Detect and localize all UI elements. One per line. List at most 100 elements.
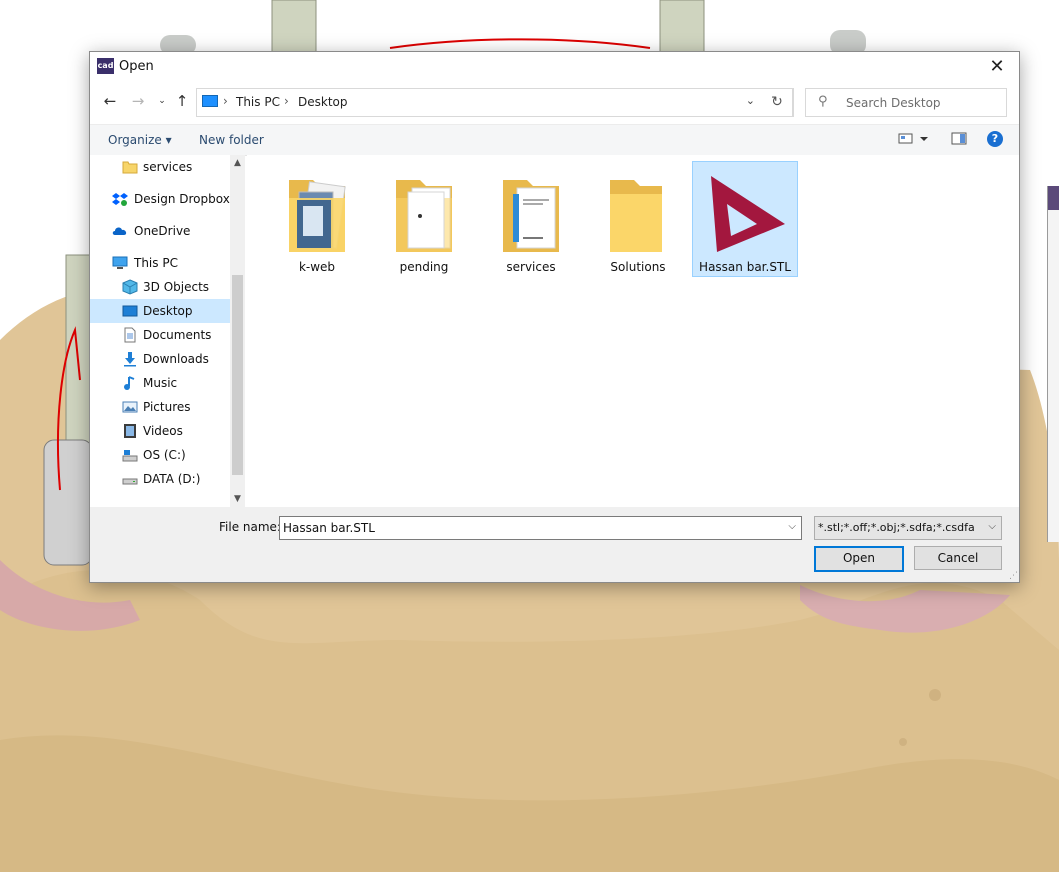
file-name: Hassan bar.STL (699, 260, 791, 274)
address-bar[interactable]: › This PC › Desktop ⌄ (196, 88, 794, 117)
breadcrumb-this-pc[interactable]: This PC (236, 95, 280, 109)
preview-pane-icon[interactable] (951, 131, 967, 150)
side-panel-partial (1047, 186, 1059, 542)
file-name: pending (399, 260, 449, 274)
folder-icon (610, 180, 662, 252)
sidebar-item-videos[interactable]: Videos (90, 419, 230, 443)
chevron-down-icon[interactable]: ⌵ (988, 521, 996, 532)
sidebar-item-label: Videos (143, 424, 183, 438)
file-type-filter[interactable]: *.stl;*.off;*.obj;*.sdfa;*.csdfa ⌵ (814, 516, 1002, 540)
sidebar-item-label: Music (143, 376, 178, 390)
document-icon (124, 327, 136, 343)
scroll-down-icon[interactable]: ▼ (230, 491, 245, 507)
video-icon (124, 424, 136, 438)
sidebar-item-this-pc[interactable]: This PC (90, 251, 230, 275)
side-panel-header (1048, 186, 1059, 210)
sidebar-item-label: OneDrive (134, 224, 191, 238)
music-icon (124, 376, 135, 390)
dialog-title: Open (119, 59, 154, 74)
resize-grip-icon[interactable]: ⋰ (1009, 571, 1018, 581)
sidebar-item-pictures[interactable]: Pictures (90, 395, 230, 419)
sidebar-item-downloads[interactable]: Downloads (90, 347, 230, 371)
file-name: Solutions (610, 260, 666, 274)
dialog-titlebar[interactable]: cad Open ✕ (90, 52, 1019, 82)
file-name: k-web (298, 260, 336, 274)
sidebar-item-label: DATA (D:) (143, 472, 201, 486)
sidebar-item-label: This PC (134, 256, 178, 270)
dialog-footer: File name: ⌵ *.stl;*.off;*.obj;*.sdfa;*.… (90, 507, 1019, 582)
cancel-button[interactable]: Cancel (914, 546, 1002, 570)
sidebar-item-label: services (143, 160, 193, 174)
search-box[interactable]: ⚲ (805, 88, 1007, 117)
sidebar-item-label: OS (C:) (143, 448, 186, 462)
breadcrumb-separator: › (223, 94, 228, 108)
sidebar-item-documents[interactable]: Documents (90, 323, 230, 347)
file-name-combobox[interactable]: ⌵ (279, 516, 802, 540)
drive-icon (122, 478, 138, 485)
back-arrow-icon[interactable]: ← (100, 91, 120, 111)
stl-file-icon (711, 176, 785, 252)
help-icon[interactable]: ? (987, 131, 1003, 147)
file-item-pending[interactable]: pending (371, 161, 477, 277)
sidebar-item-data-d[interactable]: DATA (D:) (90, 467, 230, 491)
sidebar-item-label: Pictures (143, 400, 191, 414)
refresh-icon[interactable]: ↻ (762, 88, 793, 117)
close-button[interactable]: ✕ (975, 52, 1019, 82)
folder-icon (503, 180, 559, 252)
sidebar-item-desktop[interactable]: Desktop (90, 299, 230, 323)
sidebar-item-3d-objects[interactable]: 3D Objects (90, 275, 230, 299)
computer-icon (202, 95, 218, 107)
navigation-pane: services Design Dropbox OneDrive This PC… (90, 155, 245, 507)
view-options-icon[interactable] (898, 131, 930, 150)
breadcrumb-separator: › (284, 94, 289, 108)
search-input[interactable] (844, 93, 998, 113)
computer-icon (112, 256, 128, 269)
sidebar-item-label: Desktop (143, 304, 193, 318)
scroll-up-icon[interactable]: ▲ (230, 155, 245, 171)
organize-menu[interactable]: Organize ▾ (108, 133, 172, 147)
scrollbar-thumb[interactable] (232, 275, 243, 475)
sidebar-item-music[interactable]: Music (90, 371, 230, 395)
sidebar-item-label: Downloads (143, 352, 209, 366)
folder-icon (289, 180, 346, 252)
breadcrumb-desktop[interactable]: Desktop (298, 95, 348, 109)
sidebar-item-label: 3D Objects (143, 280, 210, 294)
folder-icon (396, 180, 452, 252)
sidebar-item-design-dropbox[interactable]: Design Dropbox (90, 187, 230, 211)
navigation-bar: ← → ⌄ ↑ › This PC › Desktop ⌄ ↻ ⚲ (90, 86, 1019, 118)
forward-arrow-icon[interactable]: → (128, 91, 148, 111)
picture-icon (122, 401, 138, 413)
new-folder-button[interactable]: New folder (199, 133, 264, 147)
file-item-k-web[interactable]: k-web (264, 161, 370, 277)
app-icon: cad (97, 58, 114, 74)
file-name-input[interactable] (283, 519, 773, 536)
cube-icon (122, 279, 138, 295)
drive-icon (122, 450, 138, 462)
chevron-down-icon[interactable]: ⌵ (788, 521, 796, 532)
open-button[interactable]: Open (814, 546, 904, 572)
file-item-solutions[interactable]: Solutions (585, 161, 691, 277)
file-type-filter-value: *.stl;*.off;*.obj;*.sdfa;*.csdfa (818, 521, 975, 534)
sidebar-item-onedrive[interactable]: OneDrive (90, 219, 230, 243)
file-item-services[interactable]: services (478, 161, 584, 277)
up-arrow-icon[interactable]: ↑ (172, 91, 192, 111)
open-file-dialog: cad Open ✕ ← → ⌄ ↑ › This PC › Desktop ⌄… (89, 51, 1020, 583)
sidebar-item-os-c[interactable]: OS (C:) (90, 443, 230, 467)
cloud-icon (112, 227, 127, 235)
address-dropdown-chevron-icon[interactable]: ⌄ (746, 94, 755, 107)
desktop-icon (122, 305, 138, 317)
download-icon (124, 352, 136, 367)
sidebar-item-label: Documents (143, 328, 212, 342)
file-name-label: File name: (219, 520, 281, 534)
file-item-hassan-bar-stl[interactable]: Hassan bar.STL (692, 161, 798, 277)
navigation-pane-scrollbar[interactable]: ▲ ▼ (230, 155, 245, 507)
folder-icon (122, 161, 138, 174)
sidebar-item-label: Design Dropbox (134, 192, 230, 206)
recent-locations-chevron-icon[interactable]: ⌄ (152, 91, 172, 111)
dropbox-icon (112, 193, 128, 206)
file-name: services (506, 260, 556, 274)
search-icon: ⚲ (818, 94, 828, 109)
sidebar-item-services[interactable]: services (90, 155, 230, 179)
file-list: k-web pending services Solutions Hassan … (247, 155, 1019, 507)
command-toolbar: Organize ▾ New folder ? (90, 124, 1019, 156)
